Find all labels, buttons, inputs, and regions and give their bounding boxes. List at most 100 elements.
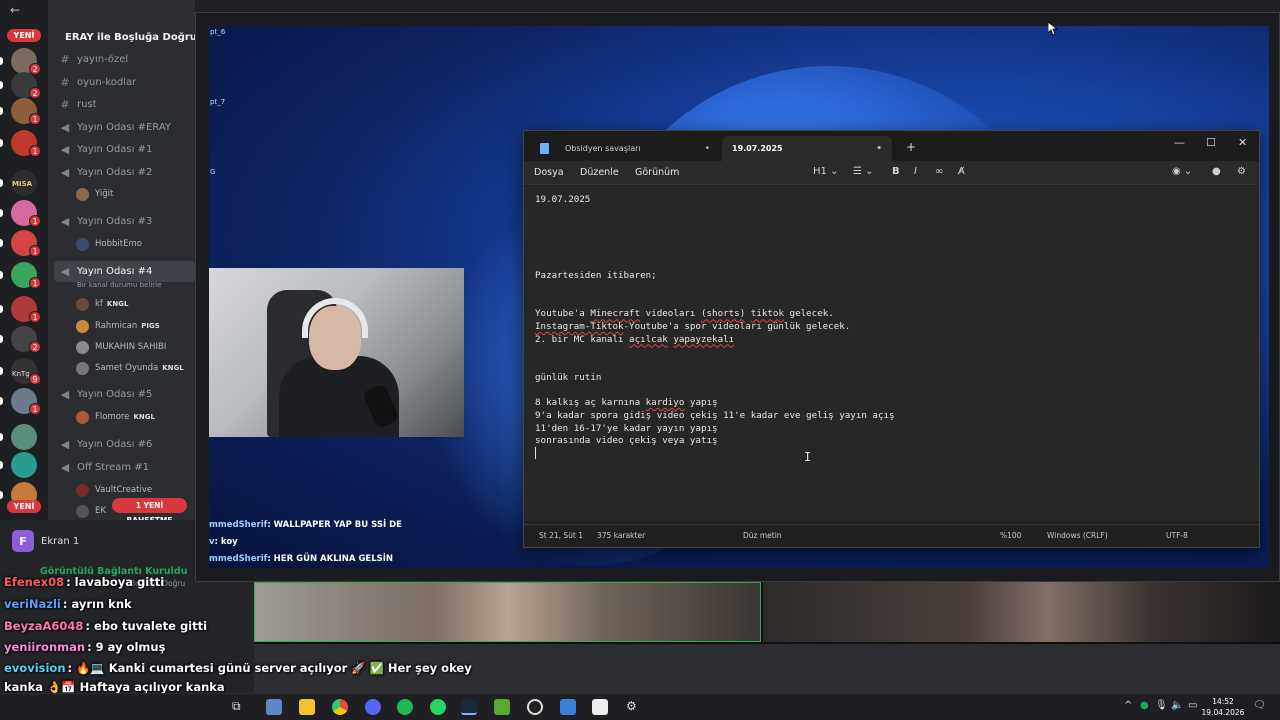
- settings-gear-icon[interactable]: ⚙: [1237, 166, 1246, 177]
- participant-video[interactable]: [763, 582, 1280, 642]
- screen-share-item[interactable]: F Ekran 1: [12, 530, 79, 552]
- list-icon[interactable]: ☰ ⌄: [853, 166, 874, 177]
- link-icon[interactable]: ∞: [935, 166, 943, 177]
- voice-user[interactable]: Rahmican PIGS: [76, 317, 160, 335]
- new-tab-icon[interactable]: +: [906, 140, 916, 154]
- account-icon[interactable]: ●: [1212, 166, 1221, 177]
- whatsapp-icon[interactable]: [430, 699, 446, 715]
- close-tab-icon[interactable]: •: [705, 144, 710, 154]
- close-window-icon[interactable]: ✕: [1238, 136, 1247, 149]
- shield-icon[interactable]: [592, 699, 608, 715]
- voice-user[interactable]: HobbitEmo: [76, 235, 142, 253]
- server-icon[interactable]: [11, 424, 37, 450]
- menu-view[interactable]: Görünüm: [635, 167, 679, 178]
- voice-user[interactable]: VaultCreative: [76, 481, 152, 499]
- channel-item[interactable]: ◀ Off Stream #1: [54, 457, 195, 478]
- channel-item[interactable]: ◀ Yayın Odası #6: [54, 434, 195, 455]
- chevron-up-icon[interactable]: ^: [1124, 700, 1132, 711]
- voice-user[interactable]: Flomore KNGL: [76, 408, 155, 426]
- network-icon[interactable]: ▭: [1188, 700, 1197, 711]
- server-rail: ← YENİ 2 2 1 1 1 1 1 1 2 9 1 MISA KnTg YENİ: [0, 0, 48, 520]
- settings-gear-icon[interactable]: ⚙: [626, 699, 637, 713]
- folder-icon[interactable]: [299, 699, 315, 715]
- speaker-icon: ◀: [60, 143, 70, 156]
- chrome-icon[interactable]: [332, 699, 348, 715]
- notepad-tab[interactable]: Obsidyen savaşları •: [530, 136, 720, 161]
- back-arrow-icon[interactable]: ←: [10, 3, 20, 17]
- channel-item[interactable]: ◀ Yayın Odası #2: [54, 162, 195, 183]
- clear-format-icon[interactable]: A̸: [958, 166, 965, 177]
- voice-user[interactable]: Samet Oyunda KNGL: [76, 359, 184, 377]
- desktop-icon-label: pt_6: [210, 28, 226, 36]
- voice-user[interactable]: Yiğit: [76, 185, 113, 203]
- app-icon[interactable]: [560, 699, 576, 715]
- spotify-icon[interactable]: [397, 699, 413, 715]
- channel-item[interactable]: ◀ Yayın Odası #ERAY: [54, 117, 195, 138]
- tab-label: Obsidyen savaşları: [565, 144, 641, 153]
- unread-pill: [0, 397, 3, 405]
- notepad-statusbar: St 21, Süt 1 375 karakter Düz metin %100…: [524, 524, 1259, 547]
- unread-pill: [0, 367, 3, 375]
- discord-icon[interactable]: [365, 699, 381, 715]
- channel-item[interactable]: ◀ Yayın Odası #1: [54, 139, 195, 160]
- notepad-editor[interactable]: I 19.07.2025 Pazartesiden itibaren; Youtub…: [524, 186, 1259, 521]
- zoom-level[interactable]: %100: [1000, 531, 1021, 540]
- maximize-icon[interactable]: ☐: [1206, 136, 1216, 149]
- hash-icon: #: [60, 98, 70, 111]
- server-header[interactable]: ERAY ile Boşluğa Doğru: [48, 26, 195, 48]
- mention-badge: 2: [29, 63, 41, 75]
- chat-line: yeniironman: 9 ay olmuş: [4, 640, 165, 654]
- channel-item[interactable]: # oyun-kodlar: [54, 72, 195, 93]
- channel-item[interactable]: ◀ Yayın Odası #4: [54, 261, 195, 282]
- obs-icon[interactable]: [527, 699, 543, 715]
- channel-item[interactable]: ◀ Yayın Odası #5: [54, 384, 195, 405]
- mic-icon[interactable]: 🎙: [1155, 700, 1168, 711]
- notification-icon[interactable]: 🗨: [1253, 700, 1266, 711]
- volume-icon[interactable]: 🔈: [1171, 700, 1183, 711]
- minecraft-icon[interactable]: [494, 699, 510, 715]
- line-ending[interactable]: Windows (CRLF): [1047, 531, 1108, 540]
- voice-user[interactable]: kf KNGL: [76, 295, 128, 313]
- voice-user[interactable]: MUKAHIN SAHIBI: [76, 338, 166, 356]
- minimize-icon[interactable]: —: [1174, 136, 1185, 149]
- text-line: Instagram-Tiktok-Youtube'a spor videolar…: [535, 321, 851, 332]
- file-manager-icon[interactable]: [266, 699, 282, 715]
- mention-badge: 2: [29, 341, 41, 353]
- close-tab-icon[interactable]: •: [876, 144, 882, 154]
- server-icon[interactable]: [11, 452, 37, 478]
- new-mention-banner[interactable]: 1 YENİ BAHSETME: [112, 498, 187, 525]
- chat-username: veriNazli: [4, 597, 61, 611]
- avatar: [76, 410, 89, 424]
- chat-line: evovision: 🔥💻 Kanki cumartesi günü serve…: [4, 661, 472, 675]
- encoding[interactable]: UTF-8: [1166, 531, 1188, 540]
- status-dot-icon[interactable]: ●: [1140, 700, 1149, 711]
- file-icon: [540, 143, 549, 154]
- channel-item[interactable]: ◀ Yayın Odası #3: [54, 211, 195, 232]
- heading-selector[interactable]: H1 ⌄: [813, 166, 838, 177]
- bold-icon[interactable]: B: [892, 166, 900, 177]
- text-line: Youtube'a Minecraft videoları (shorts) t…: [535, 308, 834, 320]
- chat-message: : lavaboya gitti: [66, 575, 165, 589]
- channel-status-hint[interactable]: Bir kanal durumu belirle: [77, 281, 161, 289]
- channel-item[interactable]: # rust: [54, 94, 195, 115]
- menu-file[interactable]: Dosya: [534, 167, 564, 178]
- clock[interactable]: 14:52 19.04.2026: [1201, 696, 1245, 718]
- notepad-tab-active[interactable]: 19.07.2025 •: [722, 136, 892, 161]
- unread-pill: [0, 81, 3, 89]
- chat-message: : 9 ay olmuş: [87, 640, 166, 654]
- unread-pill: [0, 271, 3, 279]
- desktop-icon-label: G: [210, 168, 216, 176]
- text-line: sonrasında video çekiş veya yatış: [535, 435, 718, 447]
- user-tag-badge: KNGL: [106, 300, 129, 308]
- mention-badge: 9: [29, 373, 41, 385]
- participant-video[interactable]: [254, 582, 761, 642]
- steam-icon[interactable]: [461, 699, 477, 715]
- chat-line: veriNazli: ayrın knk: [4, 597, 132, 611]
- italic-icon[interactable]: I: [914, 166, 917, 177]
- voice-user[interactable]: EK: [76, 502, 106, 520]
- menu-edit[interactable]: Düzenle: [580, 167, 619, 178]
- speaker-icon: ◀: [60, 265, 70, 278]
- task-view-icon[interactable]: ⧉: [232, 699, 241, 714]
- channel-item[interactable]: # yayın-özel: [54, 49, 195, 70]
- copilot-icon[interactable]: ◉ ⌄: [1172, 166, 1192, 177]
